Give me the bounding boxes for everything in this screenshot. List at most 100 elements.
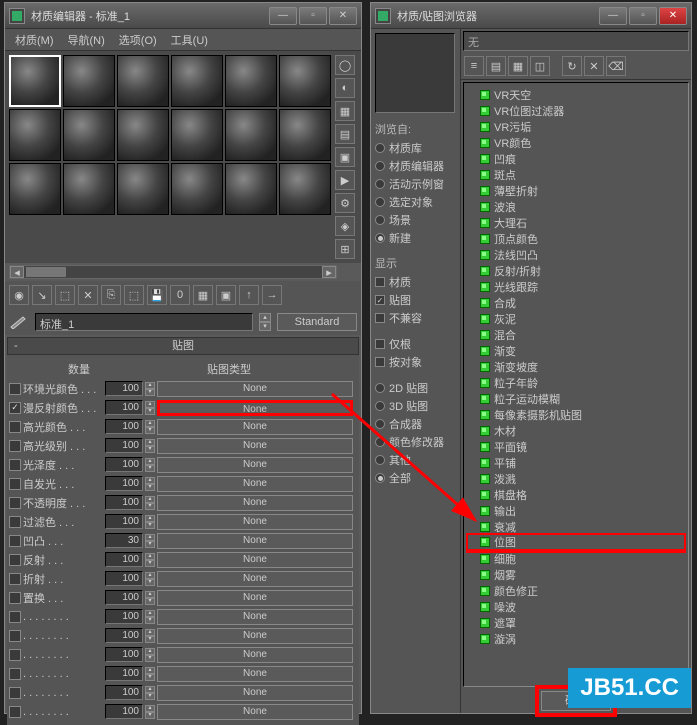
scroll-right-icon[interactable]: ▸	[322, 266, 336, 278]
spinner-buttons[interactable]: ▴▾	[145, 610, 155, 624]
clear-lib-icon[interactable]: ⌫	[606, 56, 626, 76]
menu-options[interactable]: 选项(O)	[113, 30, 163, 50]
map-tree[interactable]: VR天空VR位图过滤器VR污垢VR颜色凹痕斑点薄壁折射波浪大理石顶点颜色法线凹凸…	[463, 82, 689, 687]
tree-item[interactable]: 混合	[468, 327, 684, 343]
map-enable-checkbox[interactable]	[9, 535, 21, 547]
map-enable-checkbox[interactable]	[9, 383, 21, 395]
check-option[interactable]: 贴图	[375, 291, 456, 309]
map-amount-input[interactable]: 30	[105, 533, 143, 548]
map-slot-button[interactable]: None	[157, 381, 353, 397]
map-amount-input[interactable]: 100	[105, 476, 143, 491]
show-end-result-icon[interactable]: ▣	[216, 285, 236, 305]
map-enable-checkbox[interactable]	[9, 687, 21, 699]
check-option[interactable]: 仅根	[375, 335, 456, 353]
tree-item[interactable]: 棋盘格	[468, 487, 684, 503]
map-slot-button[interactable]: None	[157, 609, 353, 625]
sample-slot[interactable]	[171, 109, 223, 161]
map-enable-checkbox[interactable]	[9, 630, 21, 642]
map-slot-button[interactable]: None	[157, 685, 353, 701]
map-enable-checkbox[interactable]	[9, 440, 21, 452]
tree-item[interactable]: 输出	[468, 503, 684, 519]
map-enable-checkbox[interactable]	[9, 497, 21, 509]
spinner-buttons[interactable]: ▴▾	[145, 534, 155, 548]
tree-item[interactable]: 噪波	[468, 599, 684, 615]
titlebar[interactable]: 材质/贴图浏览器 — ▫ ✕	[371, 3, 691, 29]
menu-material[interactable]: 材质(M)	[9, 30, 60, 50]
options-icon[interactable]: ⚙	[335, 193, 355, 213]
effects-channel-icon[interactable]: 0	[170, 285, 190, 305]
tree-item[interactable]: 烟雾	[468, 567, 684, 583]
tree-item[interactable]: 顶点颜色	[468, 231, 684, 247]
radio-option[interactable]: 合成器	[375, 415, 456, 433]
spinner-buttons[interactable]: ▴▾	[145, 705, 155, 719]
map-amount-input[interactable]: 100	[105, 704, 143, 719]
spinner-buttons[interactable]: ▴▾	[145, 401, 155, 415]
map-enable-checkbox[interactable]	[9, 459, 21, 471]
map-slot-button[interactable]: None	[157, 647, 353, 663]
spinner-buttons[interactable]: ▴▾	[145, 686, 155, 700]
map-slot-button[interactable]: None	[157, 628, 353, 644]
tree-item[interactable]: 平面镜	[468, 439, 684, 455]
tree-item[interactable]: 位图	[468, 535, 684, 551]
tree-item[interactable]: 遮罩	[468, 615, 684, 631]
map-amount-input[interactable]: 100	[105, 419, 143, 434]
tree-item[interactable]: 平铺	[468, 455, 684, 471]
close-button[interactable]: ✕	[329, 7, 357, 25]
map-amount-input[interactable]: 100	[105, 400, 143, 415]
map-amount-input[interactable]: 100	[105, 381, 143, 396]
map-amount-input[interactable]: 100	[105, 552, 143, 567]
delete-from-lib-icon[interactable]: ✕	[584, 56, 604, 76]
radio-option[interactable]: 材质编辑器	[375, 157, 456, 175]
sample-slot[interactable]	[279, 109, 331, 161]
map-enable-checkbox[interactable]	[9, 478, 21, 490]
sample-slot[interactable]	[117, 109, 169, 161]
sample-slot[interactable]	[9, 55, 61, 107]
tree-item[interactable]: 颜色修正	[468, 583, 684, 599]
tree-item[interactable]: 大理石	[468, 215, 684, 231]
map-slot-button[interactable]: None	[157, 419, 353, 435]
tree-item[interactable]: 泼溅	[468, 471, 684, 487]
map-slot-button[interactable]: None	[157, 590, 353, 606]
radio-option[interactable]: 其他	[375, 451, 456, 469]
radio-option[interactable]: 场景	[375, 211, 456, 229]
reset-icon[interactable]: ✕	[78, 285, 98, 305]
name-history-arrows[interactable]: ▴▾	[259, 313, 271, 331]
tree-item[interactable]: VR污垢	[468, 119, 684, 135]
spinner-buttons[interactable]: ▴▾	[145, 439, 155, 453]
map-amount-input[interactable]: 100	[105, 514, 143, 529]
map-amount-input[interactable]: 100	[105, 457, 143, 472]
maximize-button[interactable]: ▫	[629, 7, 657, 25]
put-to-scene-icon[interactable]: ↘	[32, 285, 52, 305]
view-list-icons-icon[interactable]: ▤	[486, 56, 506, 76]
spinner-buttons[interactable]: ▴▾	[145, 420, 155, 434]
spinner-buttons[interactable]: ▴▾	[145, 515, 155, 529]
radio-option[interactable]: 选定对象	[375, 193, 456, 211]
spinner-buttons[interactable]: ▴▾	[145, 496, 155, 510]
minimize-button[interactable]: —	[599, 7, 627, 25]
scroll-left-icon[interactable]: ◂	[10, 266, 24, 278]
map-enable-checkbox[interactable]	[9, 668, 21, 680]
tree-item[interactable]: 细胞	[468, 551, 684, 567]
spinner-buttons[interactable]: ▴▾	[145, 572, 155, 586]
spinner-buttons[interactable]: ▴▾	[145, 553, 155, 567]
tree-item[interactable]: 灰泥	[468, 311, 684, 327]
sample-slot[interactable]	[171, 163, 223, 215]
map-amount-input[interactable]: 100	[105, 590, 143, 605]
sample-slot[interactable]	[225, 55, 277, 107]
sample-slot[interactable]	[63, 109, 115, 161]
tree-item[interactable]: 反射/折射	[468, 263, 684, 279]
check-option[interactable]: 按对象	[375, 353, 456, 371]
map-amount-input[interactable]: 100	[105, 438, 143, 453]
map-amount-input[interactable]: 100	[105, 666, 143, 681]
sample-type-icon[interactable]: ◯	[335, 55, 355, 75]
map-slot-button[interactable]: None	[157, 552, 353, 568]
show-in-viewport-icon[interactable]: ▦	[193, 285, 213, 305]
map-slot-button[interactable]: None	[157, 495, 353, 511]
go-parent-icon[interactable]: ↑	[239, 285, 259, 305]
menu-navigate[interactable]: 导航(N)	[62, 30, 111, 50]
radio-option[interactable]: 新建	[375, 229, 456, 247]
tree-item[interactable]: 木材	[468, 423, 684, 439]
radio-option[interactable]: 颜色修改器	[375, 433, 456, 451]
map-enable-checkbox[interactable]	[9, 706, 21, 718]
rollout-header[interactable]: 贴图	[7, 337, 359, 355]
